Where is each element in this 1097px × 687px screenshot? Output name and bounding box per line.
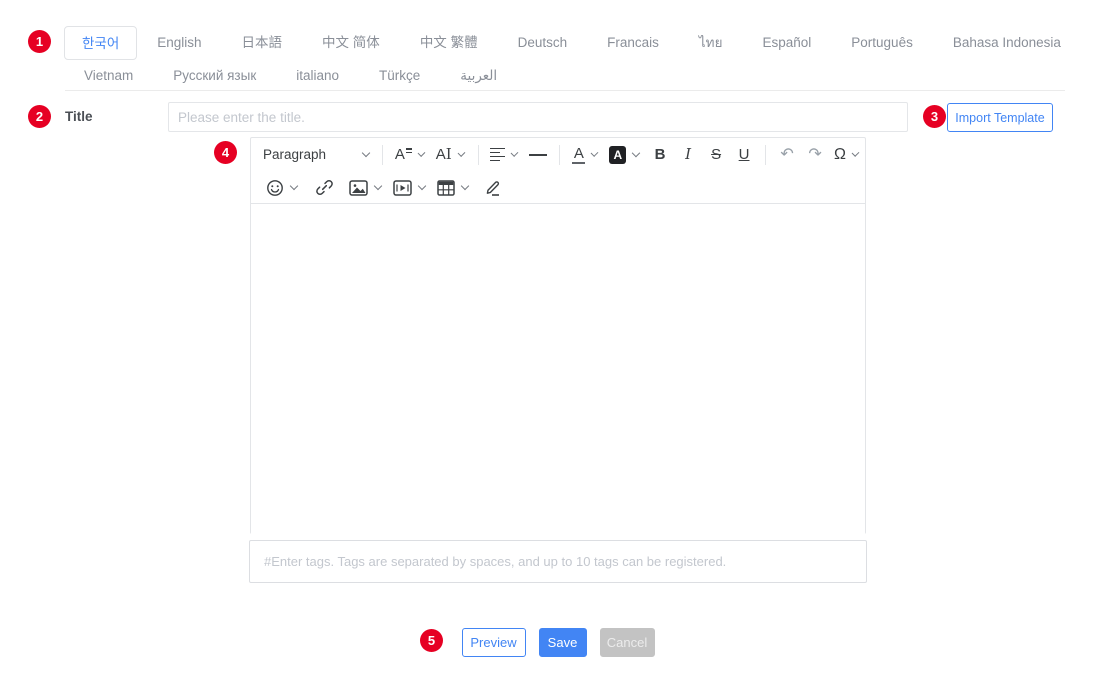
action-buttons: Preview Save Cancel <box>250 628 866 657</box>
chevron-down-icon <box>461 182 469 190</box>
redo-icon: ↷ <box>808 147 821 163</box>
chevron-down-icon <box>632 149 640 157</box>
language-tab-italiano[interactable]: italiano <box>276 61 359 90</box>
horizontal-rule-button[interactable] <box>526 142 550 168</box>
import-template-button[interactable]: Import Template <box>947 103 1053 132</box>
strikethrough-icon: S <box>711 147 721 162</box>
table-dropdown[interactable] <box>434 175 473 201</box>
omega-icon: Ω <box>834 147 846 163</box>
language-tabs-row2: Vietnam Русский язык italiano Türkçe الع… <box>64 61 517 90</box>
chevron-down-icon <box>290 182 298 190</box>
language-tab-thai[interactable]: ไทย <box>679 26 743 60</box>
rich-text-editor: Paragraph A A I <box>250 137 866 534</box>
emoji-dropdown[interactable] <box>263 175 302 201</box>
toolbar-separator <box>559 145 560 165</box>
highlight-color-dropdown[interactable]: A <box>606 142 644 168</box>
highlight-pen-button[interactable] <box>481 175 505 201</box>
image-dropdown[interactable] <box>346 175 386 201</box>
step-badge-4: 4 <box>214 141 237 164</box>
chevron-down-icon <box>418 182 426 190</box>
chevron-down-icon <box>852 149 860 157</box>
language-tab-english[interactable]: English <box>137 26 221 60</box>
chevron-down-icon <box>417 149 425 157</box>
language-tabs-row1: 한국어 English 日本語 中文 简体 中文 繁體 Deutsch Fran… <box>64 26 1081 60</box>
text-color-letter: A <box>574 146 584 161</box>
align-left-icon <box>490 148 505 162</box>
chevron-down-icon <box>511 149 519 157</box>
language-tab-chinese-traditional[interactable]: 中文 繁體 <box>400 26 498 60</box>
strikethrough-button[interactable]: S <box>704 142 728 168</box>
chevron-down-icon <box>591 149 599 157</box>
italic-icon: I <box>685 147 691 162</box>
image-icon <box>349 180 368 196</box>
chevron-down-icon <box>362 149 370 157</box>
redo-button[interactable]: ↷ <box>803 142 827 168</box>
post-editor-page: 1 2 3 4 5 한국어 English 日本語 中文 简体 中文 繁體 De… <box>0 0 1097 687</box>
preview-button[interactable]: Preview <box>462 628 526 657</box>
underline-button[interactable]: U <box>732 142 756 168</box>
language-tab-deutsch[interactable]: Deutsch <box>498 26 588 60</box>
paragraph-style-select[interactable]: Paragraph <box>261 142 375 168</box>
language-tab-vietnam[interactable]: Vietnam <box>64 61 153 90</box>
emoji-icon <box>266 179 284 197</box>
toolbar-row-1: Paragraph A A I <box>251 138 865 171</box>
link-icon <box>316 179 333 196</box>
toolbar-separator <box>478 145 479 165</box>
save-button[interactable]: Save <box>539 628 587 657</box>
cancel-button[interactable]: Cancel <box>600 628 655 657</box>
chevron-down-icon <box>457 149 465 157</box>
font-scale-dropdown[interactable]: A I <box>433 142 469 168</box>
language-tab-korean[interactable]: 한국어 <box>64 26 137 60</box>
language-tab-portugues[interactable]: Português <box>831 26 933 60</box>
chevron-down-icon <box>374 182 382 190</box>
language-tab-japanese[interactable]: 日本語 <box>222 26 303 60</box>
title-label: Title <box>65 102 93 132</box>
tabs-divider <box>65 90 1065 91</box>
font-size-dropdown[interactable]: A <box>392 142 429 168</box>
video-dropdown[interactable] <box>390 175 430 201</box>
undo-button[interactable]: ↶ <box>775 142 799 168</box>
font-size-icon: A <box>395 147 405 162</box>
step-badge-3: 3 <box>923 105 946 128</box>
paragraph-style-label: Paragraph <box>263 147 326 162</box>
underline-icon: U <box>739 147 750 162</box>
pencil-icon <box>485 179 502 196</box>
title-input[interactable] <box>168 102 908 132</box>
toolbar-separator <box>382 145 383 165</box>
editor-toolbar: Paragraph A A I <box>251 138 865 204</box>
horizontal-rule-icon <box>529 154 547 156</box>
language-tab-bahasa-indonesia[interactable]: Bahasa Indonesia <box>933 26 1081 60</box>
table-icon <box>437 180 455 196</box>
text-align-dropdown[interactable] <box>487 142 522 168</box>
font-scale-i-icon: I <box>446 147 452 162</box>
special-character-dropdown[interactable]: Ω <box>831 142 863 168</box>
language-tab-espanol[interactable]: Español <box>742 26 831 60</box>
bold-icon: B <box>655 147 666 162</box>
font-size-marks-icon <box>406 148 412 153</box>
tags-input[interactable] <box>249 540 867 583</box>
toolbar-separator <box>765 145 766 165</box>
video-icon <box>393 180 412 196</box>
toolbar-row-2 <box>251 171 865 204</box>
italic-button[interactable]: I <box>676 142 700 168</box>
bold-button[interactable]: B <box>648 142 672 168</box>
editor-content-area[interactable] <box>251 204 865 534</box>
text-color-icon: A <box>572 146 585 164</box>
link-button[interactable] <box>312 175 336 201</box>
language-tab-chinese-simplified[interactable]: 中文 简体 <box>302 26 400 60</box>
undo-icon: ↶ <box>780 147 793 163</box>
language-tab-arabic[interactable]: العربية <box>440 61 517 90</box>
text-color-dropdown[interactable]: A <box>569 142 602 168</box>
language-tab-francais[interactable]: Francais <box>587 26 679 60</box>
language-tab-russian[interactable]: Русский язык <box>153 61 276 90</box>
font-scale-icon: A <box>436 147 446 162</box>
step-badge-2: 2 <box>28 105 51 128</box>
step-badge-1: 1 <box>28 30 51 53</box>
language-tab-turkce[interactable]: Türkçe <box>359 61 440 90</box>
highlight-color-icon: A <box>609 146 626 164</box>
step-badge-5: 5 <box>420 629 443 652</box>
